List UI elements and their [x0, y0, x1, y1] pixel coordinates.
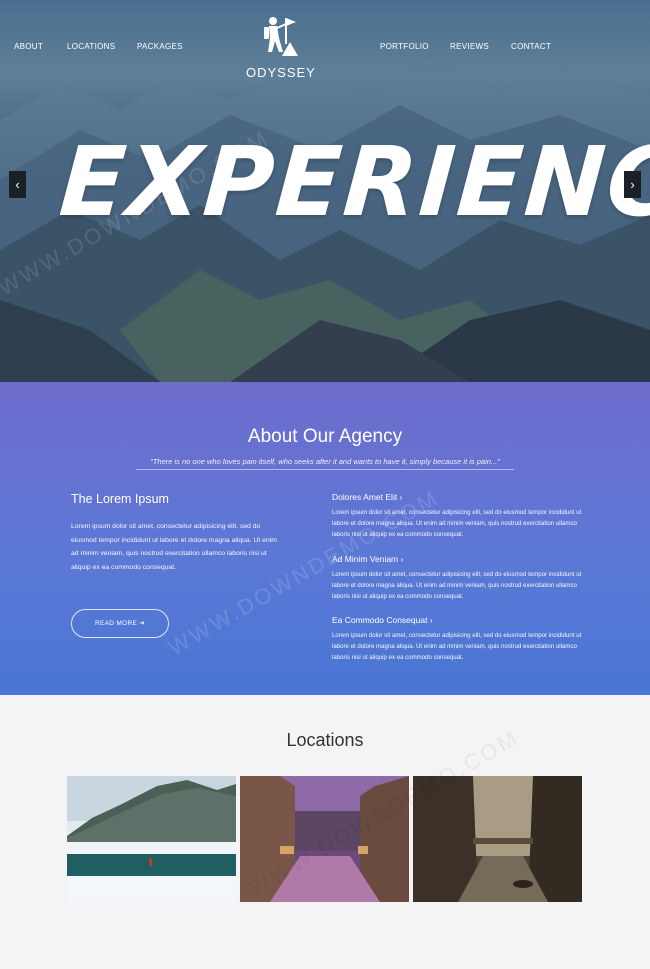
left-paragraph: Lorem ipsum dolor sit amet, consectetur …	[71, 523, 277, 571]
location-photo-canal-city[interactable]	[240, 776, 409, 902]
quote-divider	[136, 469, 514, 470]
about-section: About Our Agency "There is no one who lo…	[0, 382, 650, 695]
feature-text-3: Lorem ipsum dolor sit amet, consectetur …	[332, 632, 582, 661]
slider-prev-button[interactable]: ‹	[9, 171, 26, 198]
feature-text-1: Lorem ipsum dolor sit amet, consectetur …	[332, 509, 582, 538]
logo-name: ODYSSEY	[246, 65, 316, 80]
feature-title-2[interactable]: Ad Minim Veniam ›	[332, 554, 403, 564]
read-more-button[interactable]: READ MORE ➔	[71, 609, 169, 638]
location-photo-snow-lake[interactable]	[67, 776, 236, 902]
about-quote: "There is no one who loves pain itself, …	[150, 457, 500, 466]
left-heading: The Lorem Ipsum	[71, 492, 169, 506]
nav-locations[interactable]: LOCATIONS	[67, 42, 115, 51]
hero-headline: EXPERIENCE	[56, 126, 650, 238]
nav-contact[interactable]: CONTACT	[511, 42, 551, 51]
feature-text-2: Lorem ipsum dolor sit amet, consectetur …	[332, 571, 582, 600]
hiker-flag-icon	[264, 17, 298, 56]
locations-title: Locations	[286, 730, 364, 750]
site-logo[interactable]: ODYSSEY	[246, 14, 316, 80]
location-photo-foggy-canal[interactable]	[413, 776, 582, 902]
nav-packages[interactable]: PACKAGES	[137, 42, 183, 51]
nav-reviews[interactable]: REVIEWS	[450, 42, 489, 51]
chevron-left-icon: ‹	[15, 177, 20, 192]
feature-title-3[interactable]: Ea Commodo Consequat ›	[332, 615, 433, 625]
nav-portfolio[interactable]: PORTFOLIO	[380, 42, 429, 51]
feature-title-1[interactable]: Dolores Amet Elit ›	[332, 492, 402, 502]
about-title: About Our Agency	[247, 426, 403, 447]
hero-banner: ABOUT LOCATIONS PACKAGES ODYSSEY PORTFOL…	[0, 0, 650, 382]
nav-about[interactable]: ABOUT	[14, 42, 43, 51]
chevron-right-icon: ›	[630, 177, 635, 192]
slider-next-button[interactable]: ›	[624, 171, 641, 198]
